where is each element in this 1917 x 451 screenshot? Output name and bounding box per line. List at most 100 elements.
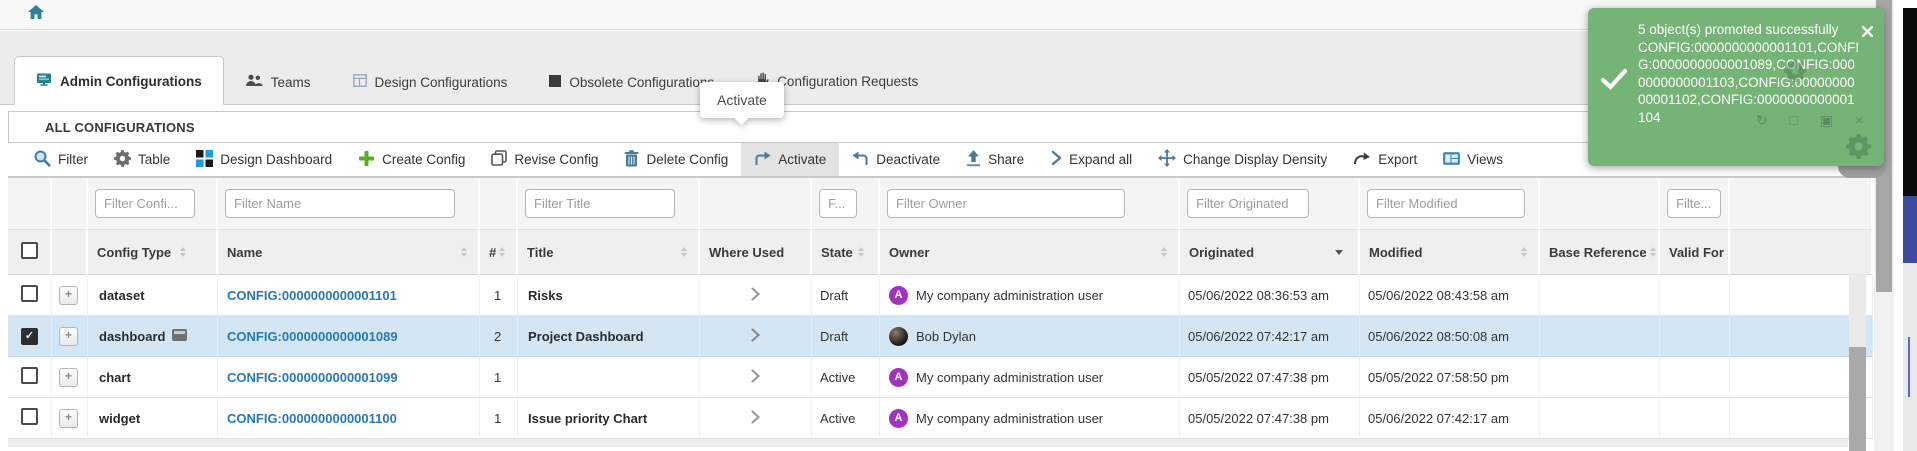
filter-owner-input[interactable]	[887, 189, 1125, 218]
config-link[interactable]: CONFIG:0000000000001100	[219, 411, 397, 426]
filter-valid-for-input[interactable]	[1667, 189, 1721, 218]
table-row: ✓ dashboard CONFIG:0000000000001089 2 Pr…	[8, 316, 1873, 357]
curved-arrow-icon	[1353, 151, 1371, 168]
toast-title: 5 object(s) promoted successfully	[1638, 21, 1860, 39]
column-header-state[interactable]: State	[812, 230, 880, 275]
select-all-checkbox[interactable]	[21, 242, 38, 259]
column-header-valid-for[interactable]: Valid For	[1660, 230, 1730, 275]
filter-state-input[interactable]	[819, 189, 857, 218]
tab-design-configurations[interactable]: Design Configurations	[332, 58, 529, 105]
column-header-config-type[interactable]: Config Type	[88, 230, 218, 275]
where-used-chevron-icon[interactable]	[751, 289, 760, 304]
state-value: Draft	[812, 275, 880, 316]
state-value: Active	[812, 398, 880, 439]
success-toast: 5 object(s) promoted successfully CONFIG…	[1588, 8, 1884, 166]
sort-icon	[1521, 247, 1527, 257]
table-button[interactable]: Table	[101, 143, 183, 176]
header-row: Config Type Name # Title Where Used Stat…	[8, 230, 1873, 275]
sort-icon	[1650, 247, 1656, 257]
tab-label: Obsolete Configurations	[569, 75, 714, 90]
gear-icon	[114, 150, 131, 170]
delete-config-button[interactable]: Delete Config	[611, 143, 741, 176]
ghost-gear-icon	[1846, 134, 1871, 164]
sort-icon	[858, 247, 864, 257]
row-checkbox[interactable]	[21, 408, 38, 425]
expand-button[interactable]	[59, 327, 78, 346]
table-row: widget CONFIG:0000000000001100 1 Issue p…	[8, 398, 1873, 439]
column-header-title[interactable]: Title	[518, 230, 700, 275]
tab-label: Design Configurations	[375, 75, 508, 90]
activate-button[interactable]: Activate	[741, 143, 839, 176]
views-window-icon	[1443, 152, 1460, 168]
tab-label: Admin Configurations	[60, 74, 202, 89]
grid-2x2-icon	[196, 150, 213, 170]
filter-name-input[interactable]	[225, 189, 455, 218]
table-scrollbar-thumb[interactable]	[1849, 347, 1866, 451]
deactivate-button[interactable]: Deactivate	[839, 143, 953, 176]
filter-title-input[interactable]	[525, 189, 675, 218]
expand-button[interactable]	[59, 368, 78, 387]
avatar	[889, 327, 908, 346]
sort-desc-icon	[1335, 250, 1343, 255]
copy-icon	[491, 150, 507, 169]
up-arrow-icon	[966, 150, 981, 170]
column-header-base-reference[interactable]: Base Reference	[1540, 230, 1660, 275]
ghost-window-icons: ↻ □ ▣ ×	[1756, 112, 1872, 129]
change-display-density-button[interactable]: Change Display Density	[1145, 143, 1340, 176]
tab-label: Configuration Requests	[777, 74, 918, 89]
expand-button[interactable]	[59, 409, 78, 428]
filter-originated-input[interactable]	[1187, 189, 1309, 218]
filter-modified-input[interactable]	[1367, 189, 1525, 218]
config-link[interactable]: CONFIG:0000000000001101	[219, 288, 397, 303]
screen: Admin Configurations Teams Design Config…	[0, 0, 1917, 451]
edge-strip-blue-line	[1908, 337, 1910, 397]
column-header-num[interactable]: #	[480, 230, 518, 275]
avatar: A	[889, 368, 908, 387]
filter-button[interactable]: Filter	[20, 143, 101, 176]
window-grid-icon	[353, 74, 367, 90]
row-checkbox[interactable]	[21, 367, 38, 384]
expand-button[interactable]	[59, 286, 78, 305]
board-icon	[36, 73, 52, 89]
sort-icon	[1161, 247, 1167, 257]
redirect-arrow-icon	[754, 151, 771, 169]
where-used-chevron-icon[interactable]	[751, 371, 760, 386]
column-header-modified[interactable]: Modified	[1360, 230, 1540, 275]
table-bottom-strip	[8, 439, 1848, 447]
expand-all-button[interactable]: Expand all	[1037, 143, 1145, 176]
where-used-chevron-icon[interactable]	[751, 412, 760, 427]
row-checkbox[interactable]: ✓	[21, 328, 38, 345]
column-header-name[interactable]: Name	[218, 230, 480, 275]
home-icon[interactable]	[28, 5, 44, 25]
config-link[interactable]: CONFIG:0000000000001099	[219, 370, 398, 385]
dashboard-icon	[172, 329, 187, 344]
black-square-icon	[549, 75, 561, 90]
column-header-where-used: Where Used	[700, 230, 812, 275]
filter-config-type-input[interactable]	[95, 189, 195, 218]
config-link[interactable]: CONFIG:0000000000001089	[219, 329, 398, 344]
edge-strip-black	[1903, 8, 1917, 196]
edge-strip-indigo	[1903, 196, 1917, 263]
state-value: Draft	[812, 316, 880, 357]
return-arrow-icon	[852, 151, 869, 169]
share-button[interactable]: Share	[953, 143, 1037, 176]
design-dashboard-button[interactable]: Design Dashboard	[183, 143, 345, 176]
check-icon	[1601, 68, 1627, 95]
close-icon[interactable]	[1862, 24, 1873, 42]
create-config-button[interactable]: Create Config	[345, 143, 478, 176]
edge-strip-white	[1903, 0, 1917, 8]
revise-config-button[interactable]: Revise Config	[478, 143, 611, 176]
views-button[interactable]: Views	[1430, 143, 1516, 176]
move-arrows-icon	[1158, 149, 1176, 170]
row-checkbox[interactable]	[21, 285, 38, 302]
tab-admin-configurations[interactable]: Admin Configurations	[14, 56, 224, 105]
activate-tooltip: Activate	[700, 82, 784, 118]
tab-teams[interactable]: Teams	[224, 58, 332, 105]
column-header-originated[interactable]: Originated	[1180, 230, 1360, 275]
column-header-owner[interactable]: Owner	[880, 230, 1180, 275]
where-used-chevron-icon[interactable]	[751, 330, 760, 345]
magnifier-icon	[33, 149, 51, 170]
export-button[interactable]: Export	[1340, 143, 1430, 176]
table-row: chart CONFIG:0000000000001099 1 Active A…	[8, 357, 1873, 398]
state-value: Active	[812, 357, 880, 398]
